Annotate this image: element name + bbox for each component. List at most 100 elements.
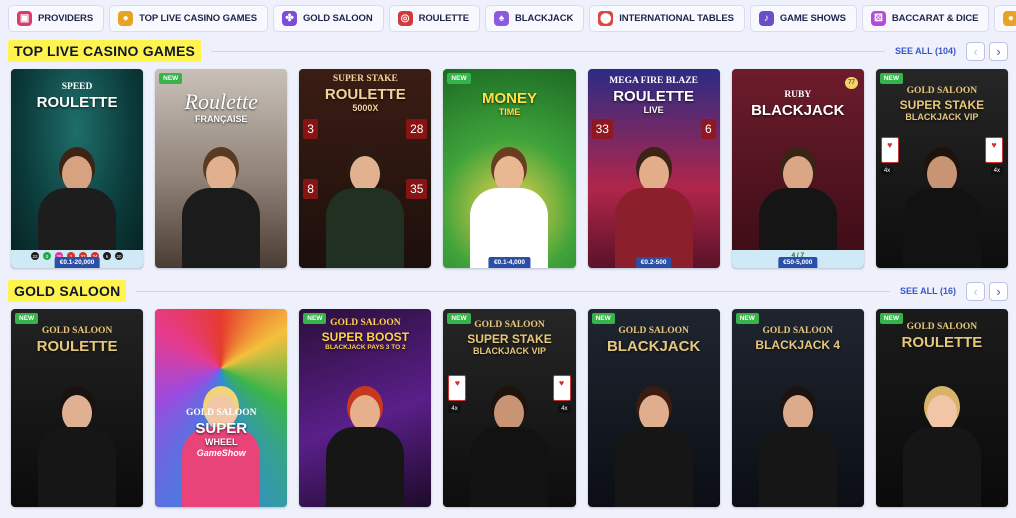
dice-icon: ⚄ xyxy=(870,11,886,26)
section-title: GOLD SALOON xyxy=(8,280,127,302)
dealer-head xyxy=(638,156,669,192)
game-logo: GOLD SALOON ROULETTE xyxy=(11,326,143,353)
logo-top-text: GOLD SALOON xyxy=(41,326,113,336)
see-all-link[interactable]: SEE ALL (16) xyxy=(900,286,956,296)
game-logo: Ruby BLACKJACK xyxy=(732,90,864,117)
tab-poker[interactable]: ●POKER xyxy=(994,5,1016,32)
seats-available: 4 / 7 xyxy=(791,252,805,259)
hand-multiplier: 4x xyxy=(990,167,1003,175)
logo-extra-text: GameShow xyxy=(196,447,246,458)
dealer-figure xyxy=(470,156,549,268)
pin-icon: ⬤ xyxy=(598,11,614,26)
dealer-head xyxy=(782,156,813,192)
logo-top-text: GOLD SALOON xyxy=(906,322,978,332)
dealer-figure xyxy=(182,156,261,268)
divider xyxy=(136,290,890,292)
game-card-mega-fire-blaze-roulette[interactable]: MEGA FIRE BLAZE ROULETTE LIVE 33 6 €0.2-500 xyxy=(587,69,720,268)
see-all-link[interactable]: SEE ALL (104) xyxy=(895,46,956,56)
logo-sub-text: TIME xyxy=(498,107,521,117)
game-card-gold-saloon-blackjack-4[interactable]: NEW GOLD SALOON BLACKJACK 4 xyxy=(731,309,864,507)
dealer-body xyxy=(902,188,981,268)
tab-top-live-casino-games[interactable]: ● TOP LIVE CASINO GAMES xyxy=(109,5,268,32)
game-row-top-live: SPEED ROULETTE 22 0 29 3 32 34 6 20 €0.1-20,000 NEW… xyxy=(11,69,1008,268)
tab-label: BLACKJACK xyxy=(515,13,574,24)
logo-main-text: ROULETTE xyxy=(36,93,118,111)
logo-sub-text: WHEEL xyxy=(204,436,238,447)
side-number: 3 xyxy=(303,119,318,139)
playing-card-icon: ♥ xyxy=(880,137,899,163)
hand-multiplier: 4x xyxy=(880,167,894,175)
game-card-gold-saloon-blackjack[interactable]: NEW GOLD SALOON BLACKJACK xyxy=(587,309,720,507)
dealer-body xyxy=(182,188,261,268)
game-card-roulette-francaise[interactable]: NEW Roulette FRANÇAISE xyxy=(155,69,288,268)
dealer-body xyxy=(326,427,405,507)
dealer-head xyxy=(206,156,237,192)
new-badge: NEW xyxy=(591,313,615,324)
game-card-gold-saloon-roulette-2[interactable]: NEW GOLD SALOON ROULETTE xyxy=(875,309,1008,507)
tab-providers[interactable]: ▣ PROVIDERS xyxy=(8,5,105,32)
game-card-gold-saloon-super-stake-blackjack-vip[interactable]: NEW GOLD SALOON SUPER STAKE BLACKJACK VIP ♥ 4… xyxy=(875,69,1008,268)
logo-sub-text: 5000X xyxy=(352,102,379,113)
roulette-number: 0 xyxy=(43,252,52,260)
coin-icon: ● xyxy=(118,11,134,26)
tab-label: ROULETTE xyxy=(418,13,470,24)
dealer-body xyxy=(902,427,981,507)
roulette-icon: ◎ xyxy=(397,11,413,26)
game-card-speed-roulette[interactable]: SPEED ROULETTE 22 0 29 3 32 34 6 20 €0.1-20,000 xyxy=(11,69,144,268)
next-arrow-icon[interactable]: › xyxy=(989,41,1008,61)
number-chip: 77 xyxy=(845,77,858,89)
dealer-figure xyxy=(38,395,117,507)
game-card-gold-saloon-super-stake-blackjack-vip-2[interactable]: NEW GOLD SALOON SUPER STAKE BLACKJACK VIP ♥ 4… xyxy=(443,309,576,507)
logo-main-text: BLACKJACK xyxy=(606,337,701,355)
dealer-head xyxy=(782,395,813,431)
new-badge: NEW xyxy=(879,73,904,84)
game-card-super-stake-roulette[interactable]: SUPER STAKE ROULETTE 5000X 3 28 8 35 xyxy=(299,69,432,268)
cards-icon: ♠ xyxy=(494,11,509,26)
logo-main-text: SUPER STAKE xyxy=(899,97,985,112)
game-logo: GOLD SALOON SUPER WHEEL GameShow xyxy=(155,408,287,458)
tab-label: GAME SHOWS xyxy=(779,13,846,24)
dealer-figure xyxy=(758,395,837,507)
new-badge: NEW xyxy=(447,73,471,84)
logo-top-text: GOLD SALOON xyxy=(762,326,834,336)
logo-sub-text: BLACKJACK PAYS 3 TO 2 xyxy=(325,343,406,351)
game-card-ruby-blackjack[interactable]: Ruby BLACKJACK 77 4 / 7 €50-5,000 xyxy=(731,69,864,268)
providers-icon: ▣ xyxy=(17,11,32,26)
roulette-number: 6 xyxy=(103,252,112,260)
logo-main-text: SUPER BOOST xyxy=(321,329,410,344)
new-badge: NEW xyxy=(735,313,759,324)
tab-label: TOP LIVE CASINO GAMES xyxy=(139,13,257,24)
tab-gold-saloon[interactable]: ✤ GOLD SALOON xyxy=(272,5,384,32)
prev-arrow-icon[interactable]: ‹ xyxy=(966,281,985,301)
roulette-number: 22 xyxy=(31,252,40,260)
bet-limit-badge: €0.2-500 xyxy=(635,257,672,268)
hand-multiplier: 4x xyxy=(558,405,571,413)
game-card-gold-saloon-super-wheel[interactable]: GOLD SALOON SUPER WHEEL GameShow xyxy=(155,309,288,507)
next-arrow-icon[interactable]: › xyxy=(989,281,1008,301)
tab-international-tables[interactable]: ⬤ INTERNATIONAL TABLES xyxy=(589,5,745,32)
dealer-body xyxy=(470,188,549,268)
tab-label: INTERNATIONAL TABLES xyxy=(619,13,734,24)
dealer-body xyxy=(470,427,549,507)
logo-main-text: SUPER xyxy=(195,419,248,437)
dealer-body xyxy=(614,188,693,268)
game-logo: GOLD SALOON BLACKJACK 4 xyxy=(732,326,864,350)
game-card-gold-saloon-super-boost[interactable]: NEW GOLD SALOON SUPER BOOST BLACKJACK PAYS … xyxy=(299,309,432,507)
logo-sub-text: LIVE xyxy=(643,104,664,115)
chip-icon: ● xyxy=(1003,11,1016,26)
game-card-money-time[interactable]: NEW MONEY TIME €0.1-4,000 xyxy=(443,69,576,268)
dealer-body xyxy=(614,427,693,507)
game-card-gold-saloon-roulette[interactable]: NEW GOLD SALOON ROULETTE xyxy=(11,309,144,507)
tab-blackjack[interactable]: ♠ BLACKJACK xyxy=(485,5,585,32)
tab-baccarat-dice[interactable]: ⚄ BACCARAT & DICE xyxy=(861,5,990,32)
tab-roulette[interactable]: ◎ ROULETTE xyxy=(388,5,480,32)
prev-arrow-icon[interactable]: ‹ xyxy=(966,41,985,61)
tab-game-shows[interactable]: ♪ GAME SHOWS xyxy=(749,5,857,32)
playing-card-icon: ♥ xyxy=(984,137,1003,163)
logo-sub-text: BLACKJACK VIP xyxy=(472,345,546,356)
logo-top-text: GOLD SALOON xyxy=(185,408,257,418)
section-header-gold-saloon: GOLD SALOON SEE ALL (16) ‹ › xyxy=(8,280,1008,302)
hand-multiplier: 4x xyxy=(448,405,461,413)
game-logo: SPEED ROULETTE xyxy=(11,82,143,111)
side-number: 8 xyxy=(303,179,318,199)
